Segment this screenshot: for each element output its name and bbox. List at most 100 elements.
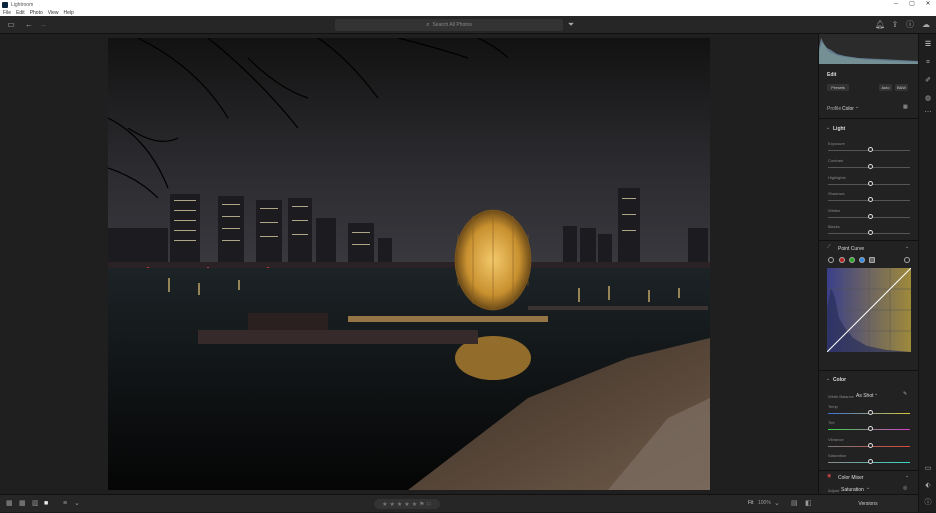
target-adjust-icon[interactable]: ◎ (903, 485, 907, 491)
square-grid-icon[interactable]: ▥ (32, 500, 39, 508)
comments-icon[interactable]: ▭ (923, 464, 933, 474)
star-icon[interactable]: ★ (397, 501, 402, 508)
flag-icon[interactable]: ⚑ (419, 501, 424, 508)
versions-label: Versions (858, 501, 878, 507)
white-balance-select[interactable]: As Shot (856, 393, 874, 399)
zoom-chevron-icon[interactable]: ⌄ (774, 500, 780, 508)
white-balance-chevron-icon[interactable]: ⌄ (874, 391, 878, 397)
shadows-knob[interactable] (868, 197, 873, 202)
light-collapse-icon[interactable]: ⌄ (826, 125, 830, 131)
fit-label[interactable]: Fit (748, 500, 754, 506)
star-icon[interactable]: ★ (404, 501, 409, 508)
menu-help[interactable]: Help (64, 10, 74, 16)
saturation-knob[interactable] (868, 459, 873, 464)
bottom-filmstrip-bar: ▦ ▦ ▥ ■ ≡ ⌄ ★ ★ ★ ★ ★ ⚑ ⚐ Fit 100% ⌄ ▤ ◧ (0, 494, 818, 512)
point-curve-label[interactable]: Point Curve (838, 246, 864, 252)
profile-chevron-icon[interactable]: ⌄ (855, 104, 859, 110)
app-logo-icon (2, 1, 8, 8)
exposure-label: Exposure (828, 141, 845, 146)
edit-sliders-icon[interactable]: ☰ (923, 40, 933, 50)
color-mixer-label[interactable]: Color Mixer (838, 475, 864, 481)
detail-view-icon[interactable]: ■ (44, 500, 48, 508)
menu-edit[interactable]: Edit (16, 10, 25, 16)
histogram (819, 34, 919, 64)
blacks-label: Blacks (828, 224, 840, 229)
tint-knob[interactable] (868, 426, 873, 431)
curve-target-icon[interactable] (904, 257, 910, 263)
search-icon: ⌕ (426, 21, 430, 28)
presets-button[interactable]: Presets (827, 84, 849, 91)
close-button[interactable]: ✕ (920, 0, 936, 9)
profile-select[interactable]: Color (842, 106, 854, 112)
info-icon[interactable]: ⓘ (923, 498, 933, 508)
masking-icon[interactable]: ◍ (923, 94, 933, 104)
color-mixer-chevron-icon[interactable]: ⌄ (905, 473, 909, 479)
bw-button[interactable]: B&W (895, 84, 908, 91)
menu-view[interactable]: View (48, 10, 59, 16)
vibrance-knob[interactable] (868, 443, 873, 448)
maximize-button[interactable]: ▢ (904, 0, 920, 9)
back-arrow-icon[interactable]: ← (24, 20, 34, 30)
share-icon[interactable]: ⇪ (890, 20, 900, 30)
auto-button[interactable]: Auto (879, 84, 892, 91)
temp-knob[interactable] (868, 410, 873, 415)
edit-title: Edit (827, 72, 837, 78)
tool-rail: ☰ ⌗ ✐ ◍ ⋯ ▭ ⬖ ⓘ (918, 34, 936, 512)
green-channel-dot[interactable] (849, 257, 855, 263)
star-rating[interactable]: ★ ★ ★ ★ ★ ⚑ ⚐ (374, 499, 440, 509)
reject-flag-icon[interactable]: ⚐ (426, 501, 431, 508)
color-collapse-icon[interactable]: ⌄ (826, 376, 830, 382)
contrast-label: Contrast (828, 158, 844, 163)
minimize-button[interactable]: ─ (888, 0, 904, 9)
healing-brush-icon[interactable]: ✐ (923, 76, 933, 86)
more-options-icon[interactable]: ⋯ (923, 108, 933, 118)
star-icon[interactable]: ★ (412, 501, 417, 508)
menu-file[interactable]: File (3, 10, 11, 16)
bw-label: B&W (896, 85, 907, 90)
photo-viewer (0, 34, 818, 494)
compare-icon[interactable]: ▤ (791, 500, 798, 508)
star-icon[interactable]: ★ (382, 501, 387, 508)
menu-photo[interactable]: Photo (30, 10, 43, 16)
point-curve-graph[interactable] (827, 268, 911, 352)
forward-arrow-icon[interactable]: → (38, 20, 48, 30)
blue-channel-dot[interactable] (859, 257, 865, 263)
title-bar: Lightroom ─ ▢ ✕ (0, 0, 936, 9)
before-after-icon[interactable]: ◧ (805, 500, 812, 508)
point-curve-chevron-icon[interactable]: ⌄ (905, 244, 909, 250)
cloud-icon[interactable]: ☁ (921, 20, 931, 30)
adjust-select[interactable]: Saturation (841, 487, 864, 493)
zoom-level[interactable]: 100% (758, 500, 771, 506)
whites-knob[interactable] (868, 214, 873, 219)
color-header[interactable]: Color (833, 377, 846, 383)
panel-toggle-icon[interactable]: ▭ (6, 20, 16, 30)
highlights-knob[interactable] (868, 181, 873, 186)
tint-label: Tint (828, 420, 835, 425)
sort-icon[interactable]: ≡ (63, 500, 67, 508)
filter-icon[interactable]: ⏷ (566, 20, 576, 30)
keywords-icon[interactable]: ⬖ (923, 481, 933, 491)
photo-canvas[interactable] (108, 38, 710, 490)
auto-label: Auto (881, 85, 890, 90)
crop-icon[interactable]: ⌗ (923, 58, 933, 68)
divider (819, 118, 919, 119)
grid-small-icon[interactable]: ▦ (6, 500, 13, 508)
star-icon[interactable]: ★ (390, 501, 395, 508)
exposure-knob[interactable] (868, 147, 873, 152)
help-icon[interactable]: ⓘ (905, 20, 915, 30)
eyedropper-icon[interactable]: ✎ (903, 391, 907, 397)
contrast-knob[interactable] (868, 164, 873, 169)
profile-label: Profile (827, 106, 842, 112)
sort-chevron-icon[interactable]: ⌄ (74, 500, 80, 508)
notifications-icon[interactable]: 🔔︎ (875, 20, 885, 30)
search-input[interactable]: ⌕ Search All Photos (335, 19, 563, 31)
adjust-chevron-icon[interactable]: ⌄ (866, 485, 870, 491)
rgb-channel-dot[interactable] (828, 257, 834, 263)
light-header[interactable]: Light (833, 126, 845, 132)
parametric-curve-icon[interactable] (869, 257, 875, 263)
grid-large-icon[interactable]: ▦ (19, 500, 26, 508)
versions-button[interactable]: Versions (818, 494, 918, 512)
red-channel-dot[interactable] (839, 257, 845, 263)
blacks-knob[interactable] (868, 230, 873, 235)
profile-browser-icon[interactable]: ▦ (903, 104, 908, 110)
